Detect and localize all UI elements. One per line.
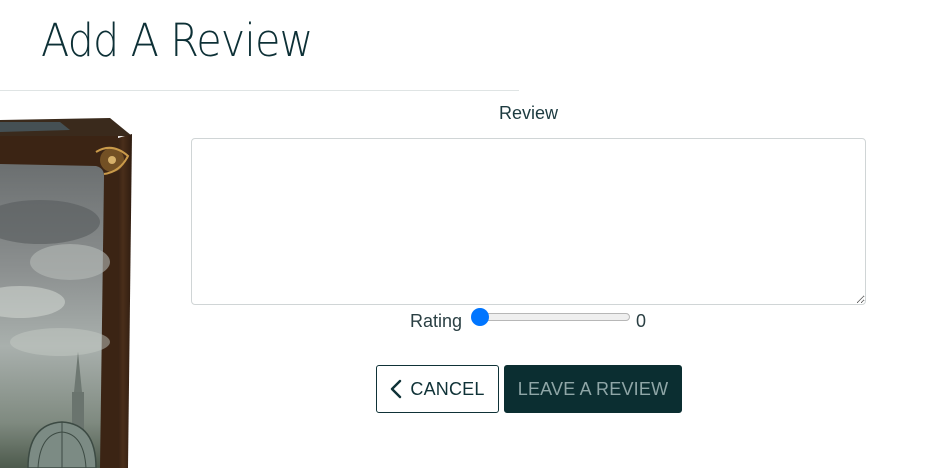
cancel-button[interactable]: CANCEL xyxy=(376,365,499,413)
add-review-page: Add A Review Review Rating 0 CANCEL LEAV… xyxy=(0,0,950,468)
review-textarea[interactable] xyxy=(191,138,866,305)
rating-slider-track[interactable] xyxy=(472,313,630,321)
chevron-left-icon xyxy=(390,379,404,399)
page-title: Add A Review xyxy=(41,14,313,67)
cancel-button-label: CANCEL xyxy=(410,378,485,399)
rating-value: 0 xyxy=(636,311,647,331)
rating-row: Rating 0 xyxy=(0,306,950,334)
leave-review-button[interactable]: LEAVE A REVIEW xyxy=(504,365,682,413)
rating-label: Rating xyxy=(410,311,463,331)
game-box-image xyxy=(0,118,132,468)
review-label: Review xyxy=(498,103,559,123)
leave-review-button-label: LEAVE A REVIEW xyxy=(517,378,669,399)
title-divider xyxy=(0,90,519,91)
rating-slider-thumb[interactable] xyxy=(471,308,489,326)
